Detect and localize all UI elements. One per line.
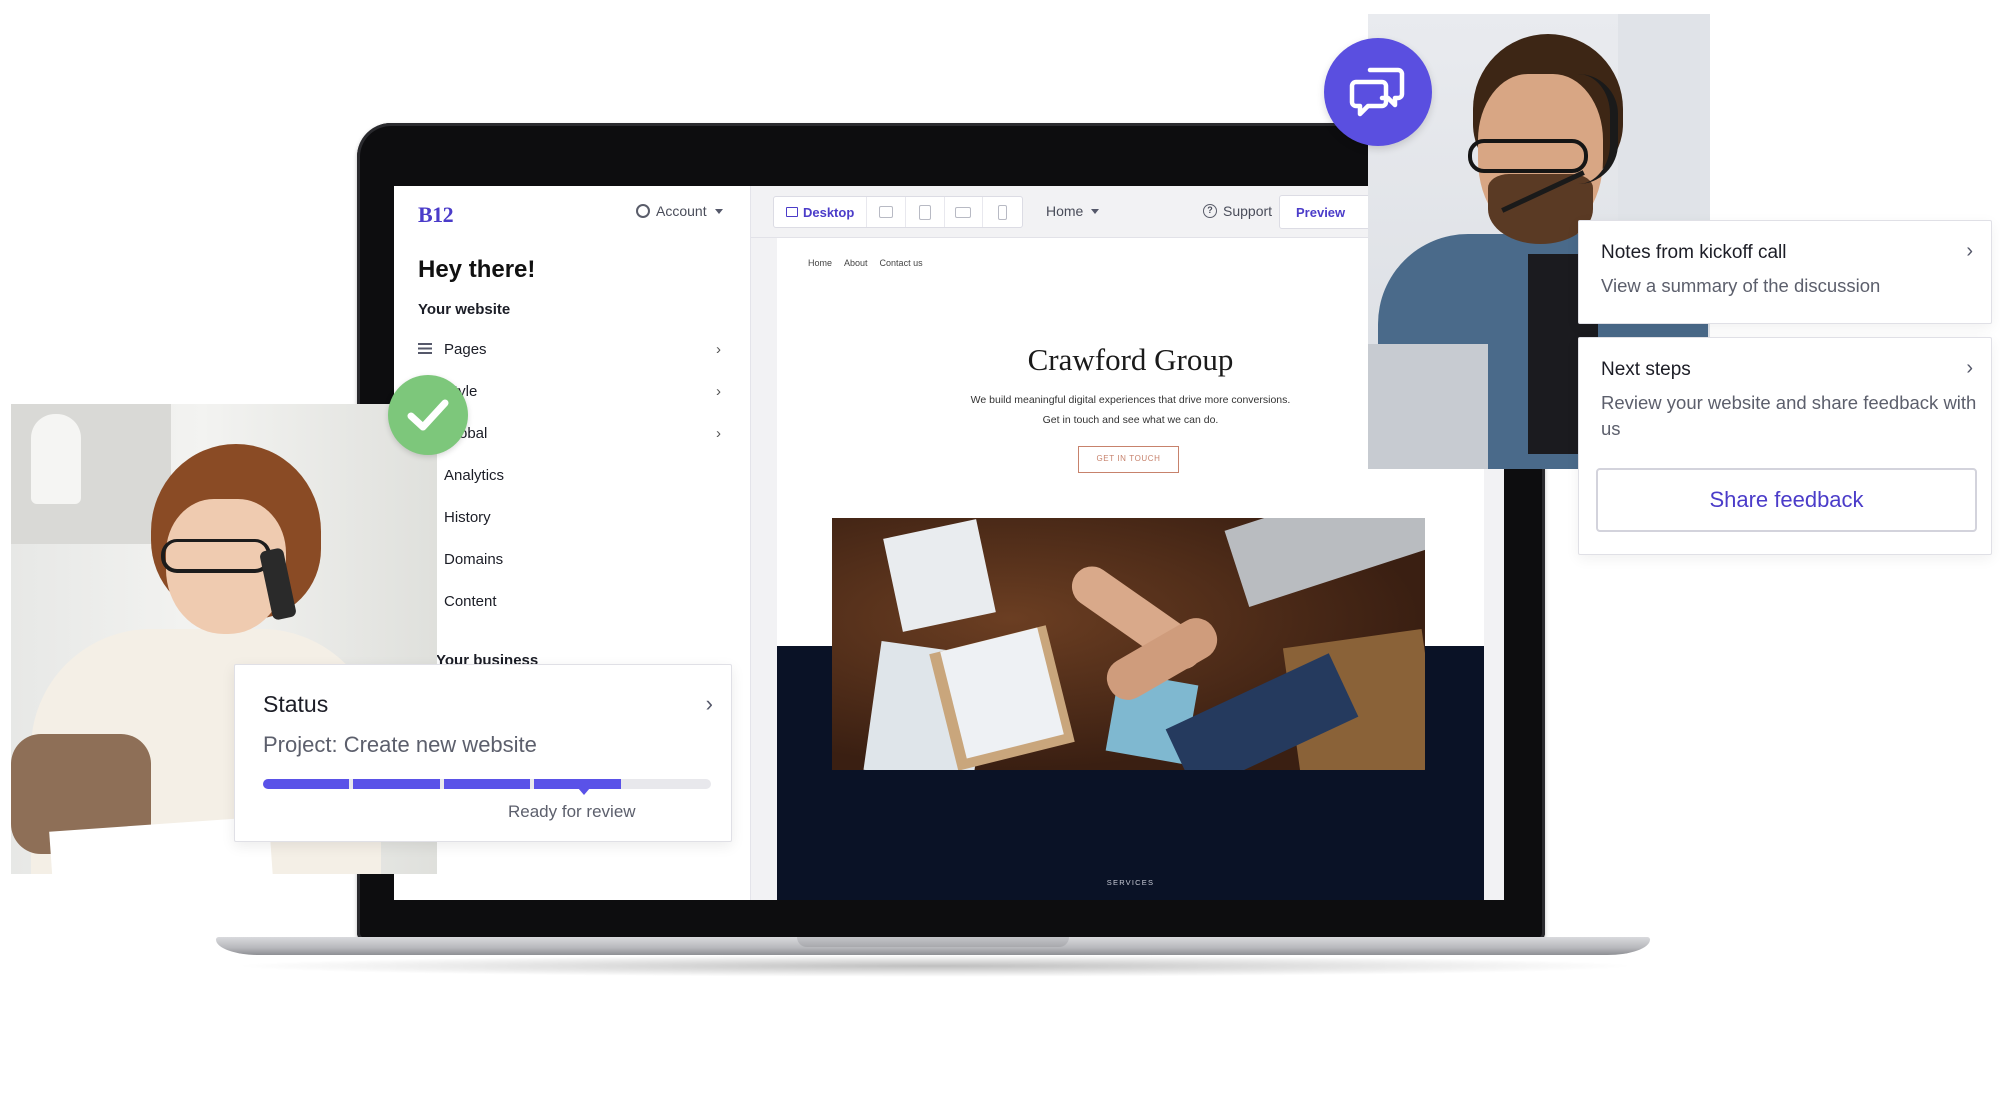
chevron-right-icon: › [716, 383, 721, 400]
progress-segment [353, 779, 440, 789]
caret-down-icon [714, 208, 723, 214]
tablet-icon [918, 204, 931, 220]
support-label: Support [1223, 203, 1273, 219]
device-laptop-button[interactable] [867, 197, 906, 227]
section-heading: Your website [418, 301, 511, 318]
sidebar-item-global[interactable]: Global › [444, 425, 724, 442]
status-project: Project: Create new website [263, 732, 537, 757]
site-subtitle: We build meaningful digital experiences … [970, 394, 1291, 426]
chat-bubbles-icon [1349, 67, 1405, 117]
status-title: Status [263, 691, 329, 717]
sidebar-item-pages[interactable]: Pages › [444, 341, 724, 358]
site-nav: Home About Contact us [808, 258, 923, 268]
support-link[interactable]: ? Support [1203, 203, 1272, 219]
next-steps-card: Next steps › Review your website and sha… [1578, 337, 1992, 555]
status-progress-bar [263, 779, 711, 789]
laptop-icon [879, 206, 894, 218]
share-feedback-button[interactable]: Share feedback [1596, 468, 1977, 532]
device-tablet-button[interactable] [906, 197, 945, 227]
sidebar-item-label: Domains [444, 551, 504, 568]
account-menu[interactable]: Account [636, 203, 723, 219]
chevron-right-icon: › [1966, 240, 1973, 262]
laptop-notch [797, 937, 1069, 947]
chevron-right-icon: › [716, 341, 721, 358]
site-services-label: SERVICES [1106, 878, 1155, 887]
site-nav-about[interactable]: About [844, 258, 868, 268]
handshake-photo [832, 518, 1425, 770]
sidebar-item-label: Analytics [444, 467, 505, 484]
monitor-icon [785, 207, 798, 217]
site-nav-contact[interactable]: Contact us [880, 258, 923, 268]
device-label: Desktop [802, 204, 855, 220]
sidebar-item-history[interactable]: History [444, 509, 724, 526]
site-cta-button[interactable]: GET IN TOUCH [1078, 446, 1179, 473]
caret-down-icon [1091, 208, 1100, 214]
sidebar-item-label: Content [444, 593, 497, 610]
card-title: Notes from kickoff call [1601, 242, 1787, 263]
user-circle-icon [636, 204, 650, 218]
page-select[interactable]: Home [1046, 203, 1100, 219]
help-circle-icon: ? [1203, 204, 1217, 218]
tablet-landscape-icon [955, 206, 972, 218]
chat-badge [1324, 38, 1432, 146]
kickoff-notes-card[interactable]: Notes from kickoff call › View a summary… [1578, 220, 1992, 324]
check-icon [407, 399, 449, 431]
card-title: Next steps [1601, 359, 1691, 380]
status-text: Ready for review [508, 802, 636, 821]
progress-marker-icon [578, 788, 590, 795]
status-card[interactable]: Status › Project: Create new website Rea… [234, 664, 732, 842]
account-label: Account [656, 203, 707, 219]
progress-segment [263, 779, 350, 789]
page-select-label: Home [1046, 203, 1084, 219]
sidebar-item-label: History [444, 509, 491, 526]
chevron-right-icon: › [705, 691, 713, 716]
laptop-shadow [230, 955, 1640, 977]
progress-segment [443, 779, 531, 789]
chevron-right-icon[interactable]: › [1966, 357, 1973, 380]
device-switcher: Desktop [773, 196, 1023, 228]
b12-logo[interactable]: B12 [418, 202, 454, 228]
sidebar-item-label: Pages [444, 341, 487, 358]
site-nav-home[interactable]: Home [808, 258, 832, 268]
card-subtitle: View a summary of the discussion [1601, 275, 1881, 296]
sidebar-item-domains[interactable]: Domains [444, 551, 724, 568]
list-icon [418, 343, 432, 354]
sidebar-item-content[interactable]: Content [444, 593, 724, 610]
chevron-right-icon: › [716, 425, 721, 442]
device-tablet-landscape-button[interactable] [945, 197, 984, 227]
card-subtitle: Review your website and share feedback w… [1601, 392, 1977, 439]
greeting-heading: Hey there! [418, 256, 536, 283]
sidebar-item-analytics[interactable]: Analytics [444, 467, 724, 484]
check-badge [388, 375, 468, 455]
device-desktop-button[interactable]: Desktop [774, 197, 868, 227]
sidebar-item-style[interactable]: Style › [444, 383, 724, 400]
mobile-icon [998, 204, 1008, 220]
device-mobile-button[interactable] [983, 197, 1022, 227]
